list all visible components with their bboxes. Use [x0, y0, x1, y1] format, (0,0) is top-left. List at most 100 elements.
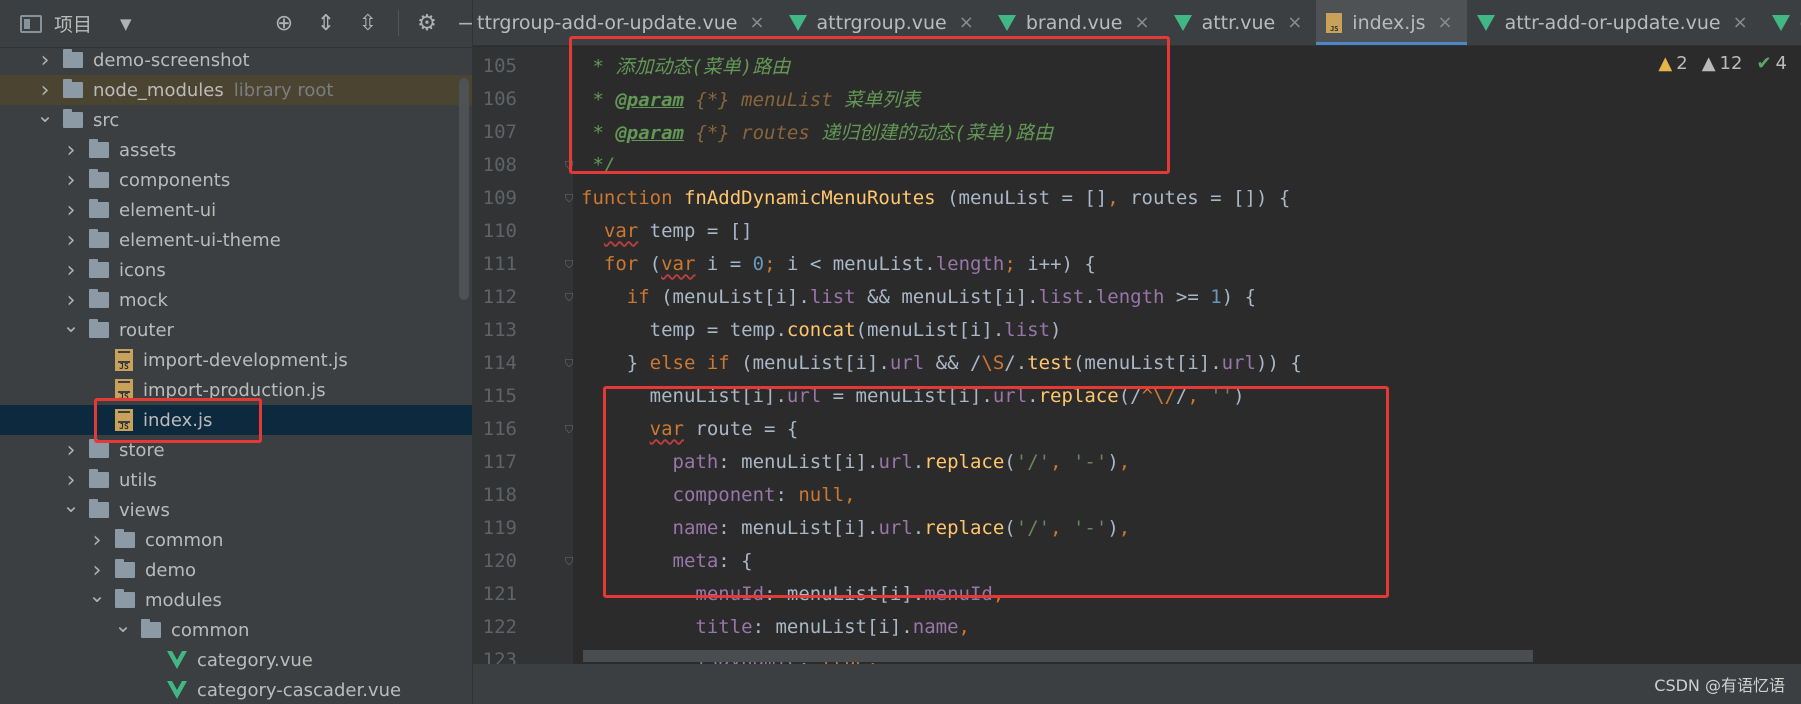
fold-marker-icon[interactable]: ⛉: [565, 357, 577, 370]
collapse-all-icon[interactable]: ⇳: [356, 11, 380, 36]
warning-count: 2: [1676, 53, 1688, 74]
inspection-widget[interactable]: ▲ 2 ▲ 12 ✔ 4: [1658, 53, 1787, 74]
tree-item-label: category-cascader.vue: [197, 679, 402, 701]
locate-icon[interactable]: ⊕: [272, 11, 296, 36]
chevron-down-icon[interactable]: ⌄: [61, 313, 81, 337]
chevron-down-icon[interactable]: ▼: [120, 15, 132, 33]
tree-item-label: modules: [145, 589, 222, 611]
line-number: 113: [482, 318, 517, 341]
close-icon[interactable]: ×: [1438, 12, 1453, 33]
chevron-down-icon[interactable]: ⌄: [87, 583, 107, 607]
code-text: menuId: menuList[i].menuId,: [695, 582, 1005, 605]
folder-icon: [89, 169, 109, 188]
editor-tab[interactable]: attrgroup.vue ×: [779, 0, 988, 45]
expand-all-icon[interactable]: ⇕: [314, 11, 338, 36]
folder-icon: [63, 79, 83, 98]
tree-item-label: demo-screenshot: [93, 49, 250, 71]
editor-tab[interactable]: catego: [1762, 0, 1801, 45]
code-line: 112 ⛉ if (menuList[i].list && menuList[i]…: [473, 280, 1801, 313]
chevron-right-icon[interactable]: ›: [61, 288, 81, 313]
tree-item[interactable]: › node_modules library root: [0, 75, 472, 105]
chevron-right-icon[interactable]: ›: [35, 48, 55, 73]
tree-item[interactable]: ⌄ views: [0, 493, 472, 525]
editor-horizontal-scrollbar[interactable]: [583, 650, 1533, 662]
tree-item-label: node_modules: [93, 79, 224, 101]
chevron-down-icon[interactable]: ⌄: [113, 613, 133, 637]
code-text: title: menuList[i].name,: [695, 615, 970, 638]
tree-item[interactable]: › element-ui: [0, 195, 472, 225]
close-icon[interactable]: ×: [1134, 12, 1149, 33]
close-icon[interactable]: ×: [749, 12, 764, 33]
fold-marker-icon[interactable]: ⛉: [565, 555, 577, 568]
close-icon[interactable]: ×: [1733, 12, 1748, 33]
fold-marker-icon[interactable]: ⛉: [565, 291, 577, 304]
line-number: 114: [482, 351, 517, 374]
code-line: 106 * @param {*} menuList 菜单列表: [473, 82, 1801, 115]
tree-item[interactable]: › utils: [0, 465, 472, 495]
tree-item[interactable]: ›JSimport-development.js: [0, 345, 472, 375]
editor-tab[interactable]: JS index.js ×: [1316, 0, 1467, 45]
line-number: 117: [482, 450, 517, 473]
fold-marker-icon[interactable]: ⛉: [565, 192, 577, 205]
tree-item[interactable]: ⌄ router: [0, 313, 472, 345]
chevron-right-icon[interactable]: ›: [61, 138, 81, 163]
tree-item[interactable]: › components: [0, 165, 472, 195]
tree-item[interactable]: › store: [0, 435, 472, 465]
chevron-right-icon[interactable]: ›: [61, 438, 81, 463]
chevron-right-icon[interactable]: ›: [87, 558, 107, 583]
project-panel: 项目 ▼ ⊕ ⇕ ⇳ ⚙ — › demo-screenshot › node_mod…: [0, 0, 473, 704]
gear-icon[interactable]: ⚙: [415, 11, 439, 36]
tree-item[interactable]: ›category.vue: [0, 645, 472, 675]
code-line: 108 ⛉ */: [473, 148, 1801, 181]
chevron-down-icon[interactable]: ⌄: [61, 493, 81, 517]
tree-item[interactable]: › demo-screenshot: [0, 45, 472, 75]
code-text: * @param {*} routes 递归创建的动态(菜单)路由: [581, 122, 1054, 144]
tree-item-label: router: [119, 319, 174, 341]
line-number: 118: [482, 483, 517, 506]
close-icon[interactable]: ×: [959, 12, 974, 33]
chevron-right-icon[interactable]: ›: [61, 258, 81, 283]
chevron-right-icon[interactable]: ›: [61, 468, 81, 493]
vue-file-icon: [167, 651, 187, 669]
chevron-right-icon[interactable]: ›: [61, 228, 81, 253]
tree-item[interactable]: ⌄ src: [0, 103, 472, 135]
tree-item[interactable]: › assets: [0, 135, 472, 165]
tree-item[interactable]: ⌄ common: [0, 613, 472, 645]
tree-item-label: common: [145, 529, 224, 551]
hide-panel-icon[interactable]: —: [457, 11, 472, 36]
tree-item[interactable]: › demo: [0, 555, 472, 585]
tree-item[interactable]: ›JSimport-production.js: [0, 375, 472, 405]
project-panel-title[interactable]: 项目: [54, 10, 92, 37]
tree-item-label: src: [93, 109, 120, 131]
fold-marker-icon[interactable]: ⛉: [565, 258, 577, 271]
fold-marker-icon[interactable]: ⛉: [565, 423, 577, 436]
editor-tab[interactable]: ttrgroup-add-or-update.vue ×: [473, 0, 779, 45]
code-text: path: menuList[i].url.replace('/', '-'),: [672, 450, 1131, 473]
tree-item[interactable]: ⌄ modules: [0, 583, 472, 615]
tree-item[interactable]: › element-ui-theme: [0, 225, 472, 255]
code-editor[interactable]: 105 * 添加动态(菜单)路由 106 * @param {*} menuLis…: [473, 47, 1801, 664]
project-tree-scrollbar[interactable]: [459, 78, 469, 300]
chevron-right-icon[interactable]: ›: [87, 528, 107, 553]
tree-item[interactable]: › icons: [0, 255, 472, 285]
folder-icon: [89, 139, 109, 158]
fold-marker-icon[interactable]: ⛉: [565, 159, 577, 172]
tree-item[interactable]: ›category-cascader.vue: [0, 675, 472, 704]
code-text: var temp = []: [603, 219, 753, 242]
line-number: 106: [482, 87, 517, 110]
tree-item[interactable]: ›JSindex.js: [0, 405, 472, 435]
close-icon[interactable]: ×: [1287, 12, 1302, 33]
chevron-right-icon[interactable]: ›: [35, 78, 55, 103]
tree-item[interactable]: › common: [0, 525, 472, 555]
editor-tab[interactable]: attr.vue ×: [1164, 0, 1317, 45]
code-text: meta: {: [672, 549, 753, 572]
chevron-right-icon[interactable]: ›: [61, 198, 81, 223]
chevron-down-icon[interactable]: ⌄: [35, 103, 55, 127]
tree-item-label: icons: [119, 259, 166, 281]
line-number: 112: [482, 285, 517, 308]
chevron-right-icon[interactable]: ›: [61, 168, 81, 193]
tree-item[interactable]: › mock: [0, 285, 472, 315]
editor-tab[interactable]: attr-add-or-update.vue ×: [1467, 0, 1762, 45]
editor-tab[interactable]: brand.vue ×: [988, 0, 1164, 45]
folder-icon: [89, 469, 109, 488]
